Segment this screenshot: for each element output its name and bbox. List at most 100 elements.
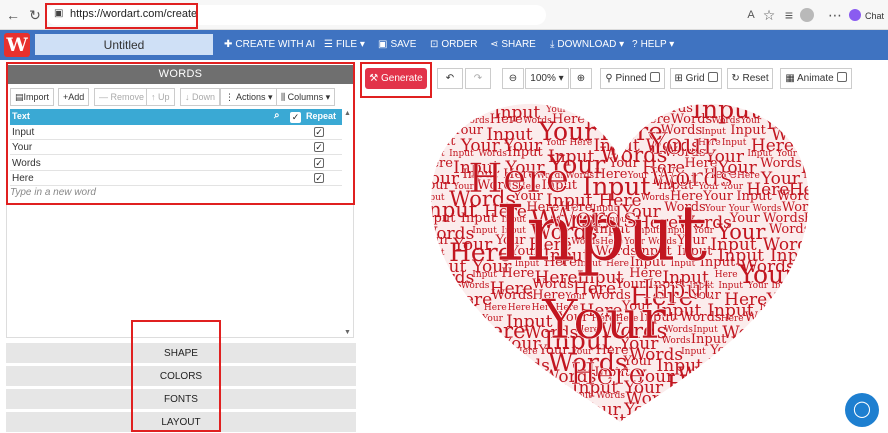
cloud-word: Input [761,398,797,413]
chat-support-icon[interactable]: ◯ [845,393,879,427]
cloud-word: Here [472,358,495,368]
wordart-logo[interactable]: W [4,33,30,57]
cloud-word: Input [420,345,466,365]
minus-icon: — [99,92,111,102]
cloud-word: Words [802,400,820,420]
share-button[interactable]: ⋖ SHARE [490,38,536,52]
caret-down-icon: ▾ [616,39,625,50]
cloud-word: Words [722,323,776,343]
repeat-checkbox[interactable]: ✓ [314,173,324,183]
pinned-toggle[interactable]: ⚲ Pinned [600,68,665,89]
cloud-word: Words [733,348,813,377]
cloud-word: Words [420,334,474,354]
zoom-in-button[interactable]: ⊕ [570,68,592,89]
zoom-select[interactable]: 100% ▾ [525,68,569,89]
remove-word-button[interactable]: — Remove [94,88,150,106]
word-text[interactable]: Here [12,171,34,186]
favorite-icon[interactable]: ☆ [760,6,778,24]
text-column-header[interactable]: Text [12,111,30,121]
filter-search-icon[interactable]: ⌕ [274,110,280,121]
document-title-input[interactable] [35,34,213,55]
animate-label: Animate [797,73,834,84]
grid-checkbox[interactable] [707,72,718,82]
cloud-word: Here [484,303,507,313]
cloud-word: Your [476,378,517,398]
word-text[interactable]: Words [12,156,41,171]
words-table-header: Text ⌕ ✓ Repeat [10,109,342,125]
undo-button[interactable]: ↶ [437,68,463,89]
columns-menu[interactable]: ⫼ Columns ▾ [276,88,336,106]
more-icon[interactable]: ⋯ [826,6,844,24]
cloud-word: Here [772,343,805,358]
grid-toggle[interactable]: ⊞ Grid [670,68,722,89]
word-text[interactable]: Input [12,125,34,140]
layout-section-tab[interactable]: LAYOUT [6,412,356,433]
caret-down-icon: ▾ [555,73,564,84]
cloud-word: Words [490,367,544,387]
cloud-word: Input [462,391,487,401]
word-row[interactable]: Your ✓ [10,140,342,155]
cloud-word: Input [789,303,814,313]
pinned-checkbox[interactable] [649,72,660,82]
fonts-section-tab[interactable]: FONTS [6,389,356,410]
repeat-checkbox[interactable]: ✓ [314,142,324,152]
save-button[interactable]: ▣ SAVE [378,38,416,52]
repeat-checkbox[interactable]: ✓ [314,158,324,168]
order-button[interactable]: ⊡ ORDER [430,38,478,52]
reset-button[interactable]: ↻ Reset [727,68,773,89]
repeat-column-header[interactable]: Repeat [306,111,336,121]
cloud-word: Your [631,413,653,423]
cloud-word: Input [808,354,820,369]
menu-icon: ☰ [324,39,333,50]
cloud-word: Input [775,359,820,388]
reload-icon[interactable]: ↻ [26,6,44,24]
cloud-word: Your [526,413,548,423]
animate-checkbox[interactable] [836,72,847,82]
animate-toggle[interactable]: ▦ Animate [780,68,852,89]
word-row[interactable]: Words ✓ [10,156,342,171]
generate-button[interactable]: ⚒ Generate [365,68,427,89]
word-text[interactable]: Your [12,140,32,155]
read-aloud-icon[interactable]: A [742,6,760,24]
profile-avatar[interactable] [800,8,814,22]
word-row[interactable]: Here ✓ [10,171,342,186]
repeat-checkbox[interactable]: ✓ [314,127,324,137]
cloud-word: Here [462,402,485,412]
colors-section-tab[interactable]: COLORS [6,366,356,387]
cloud-word: Words [680,310,722,325]
chat-label[interactable]: Chat [865,11,884,21]
heart-word-cloud[interactable]: Your Input Input Your Words Input Words Input In… [420,90,820,430]
import-button[interactable]: ▤Import [10,88,55,106]
file-menu[interactable]: ☰ FILE ▾ [324,38,365,52]
zoom-out-button[interactable]: ⊖ [502,68,524,89]
actions-label: Actions [236,92,266,102]
back-icon[interactable]: ← [4,6,22,24]
cloud-word: Here [807,116,820,126]
select-all-checkbox[interactable]: ✓ [290,112,301,123]
favorites-bar-icon[interactable]: ≡ [780,6,798,24]
new-word-input[interactable]: Type in a new word [10,187,96,198]
move-down-button[interactable]: ↓ Down [180,88,221,106]
cart-icon: ⊡ [430,39,439,50]
shape-section-tab[interactable]: SHAPE [6,343,356,364]
help-menu[interactable]: ? HELP ▾ [632,38,674,52]
cloud-word: Here [801,409,820,424]
redo-button[interactable]: ↷ [465,68,491,89]
cloud-word: Words [449,365,491,380]
scroll-up-arrow[interactable]: ▲ [344,110,351,117]
cloud-word: Here [539,400,582,420]
cloud-word: Here [818,299,820,314]
help-icon: ? [632,39,638,50]
move-up-button[interactable]: ↑ Up [146,88,175,106]
create-with-ai-menu[interactable]: ✚ CREATE WITH AI [224,38,315,52]
download-menu[interactable]: ⤓ DOWNLOAD ▾ [550,38,624,52]
scroll-down-arrow[interactable]: ▼ [344,329,351,336]
grid-icon: ⊞ [674,73,686,84]
word-row[interactable]: Input ✓ [10,125,342,140]
add-word-button[interactable]: +Add [58,88,90,106]
copilot-icon[interactable] [849,9,861,21]
cloud-word: Input [420,112,456,127]
cloud-word: Input [580,411,626,430]
cloud-word: Words [472,336,501,346]
actions-menu[interactable]: ⋮ Actions ▾ [220,88,278,106]
